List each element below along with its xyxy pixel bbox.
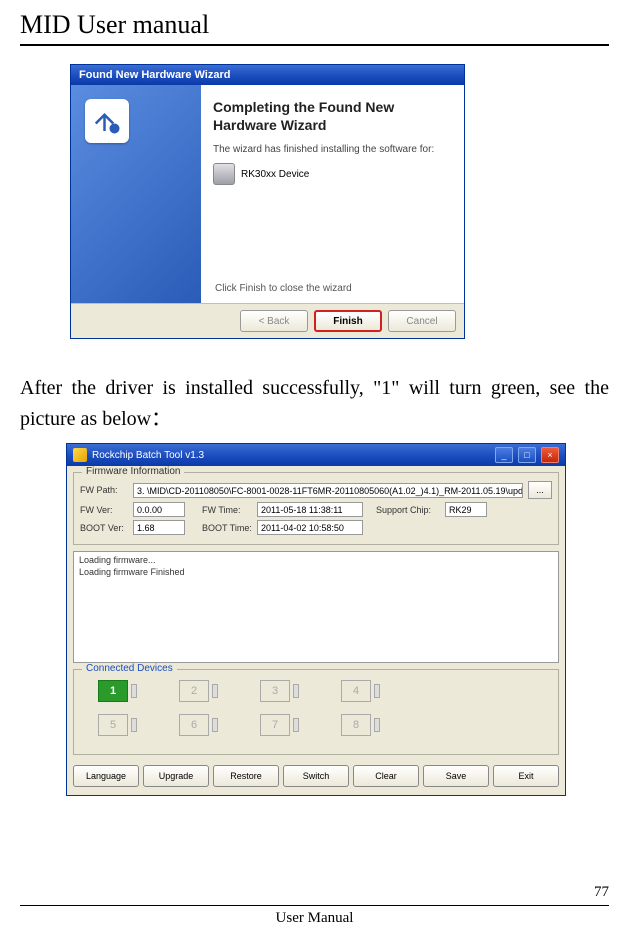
hardware-wizard-window: Found New Hardware Wizard Completing the… [70, 64, 465, 339]
device-box: 6 [179, 714, 209, 736]
boot-time-value: 2011-04-02 10:58:50 [257, 520, 363, 535]
browse-button[interactable]: ... [528, 481, 552, 499]
restore-button[interactable]: Restore [213, 765, 279, 787]
finish-button[interactable]: Finish [314, 310, 382, 332]
wizard-hero-icon [85, 99, 129, 143]
wizard-heading: Completing the Found New Hardware Wizard [213, 99, 452, 134]
device-slot-6[interactable]: 6 [179, 714, 218, 736]
device-slot-8[interactable]: 8 [341, 714, 380, 736]
cancel-button[interactable]: Cancel [388, 310, 456, 332]
batch-tool-window: Rockchip Batch Tool v1.3 _ □ × Firmware … [66, 443, 566, 796]
device-light [131, 684, 137, 698]
boot-ver-value: 1.68 [133, 520, 185, 535]
connected-devices-title: Connected Devices [82, 663, 177, 674]
device-light [374, 684, 380, 698]
boot-ver-label: BOOT Ver: [80, 523, 128, 533]
device-box: 2 [179, 680, 209, 702]
device-slot-5[interactable]: 5 [98, 714, 137, 736]
firmware-group-title: Firmware Information [82, 466, 184, 477]
wizard-sidebar [71, 85, 201, 303]
body-paragraph: After the driver is installed successful… [20, 373, 609, 435]
wizard-body: Completing the Found New Hardware Wizard… [71, 85, 464, 303]
fw-time-value: 2011-05-18 11:38:11 [257, 502, 363, 517]
device-icon [213, 163, 235, 185]
wizard-button-row: < Back Finish Cancel [71, 303, 464, 338]
minimize-button[interactable]: _ [495, 447, 513, 463]
fw-path-label: FW Path: [80, 485, 128, 495]
connected-devices-group: Connected Devices 1 2 3 4 5 [73, 669, 559, 755]
device-slot-2[interactable]: 2 [179, 680, 218, 702]
device-name: RK30xx Device [241, 169, 309, 180]
device-slot-7[interactable]: 7 [260, 714, 299, 736]
device-light [131, 718, 137, 732]
device-box: 1 [98, 680, 128, 702]
upgrade-button[interactable]: Upgrade [143, 765, 209, 787]
clear-button[interactable]: Clear [353, 765, 419, 787]
app-icon [73, 448, 87, 462]
close-button[interactable]: × [541, 447, 559, 463]
wizard-finish-hint: Click Finish to close the wizard [215, 283, 352, 294]
page-number: 77 [594, 884, 609, 901]
support-chip-label: Support Chip: [376, 505, 440, 515]
fw-ver-label: FW Ver: [80, 505, 128, 515]
support-chip-value: RK29 [445, 502, 487, 517]
exit-button[interactable]: Exit [493, 765, 559, 787]
device-light [293, 718, 299, 732]
log-line: Loading firmware... [79, 555, 553, 567]
save-button[interactable]: Save [423, 765, 489, 787]
device-box: 7 [260, 714, 290, 736]
device-box: 5 [98, 714, 128, 736]
device-slot-4[interactable]: 4 [341, 680, 380, 702]
maximize-button[interactable]: □ [518, 447, 536, 463]
page-footer: 77 User Manual [20, 905, 609, 927]
fw-ver-value: 0.0.00 [133, 502, 185, 517]
device-light [293, 684, 299, 698]
back-button[interactable]: < Back [240, 310, 308, 332]
switch-button[interactable]: Switch [283, 765, 349, 787]
fw-time-label: FW Time: [202, 505, 252, 515]
wizard-subtext: The wizard has finished installing the s… [213, 144, 452, 155]
log-line: Loading firmware Finished [79, 567, 553, 579]
firmware-info-group: Firmware Information FW Path: 3. \MID\CD… [73, 472, 559, 545]
batch-titlebar: Rockchip Batch Tool v1.3 _ □ × [67, 444, 565, 466]
batch-title-text: Rockchip Batch Tool v1.3 [92, 450, 204, 461]
batch-button-row: Language Upgrade Restore Switch Clear Sa… [67, 761, 565, 795]
device-slot-1[interactable]: 1 [98, 680, 137, 702]
wizard-device-row: RK30xx Device [213, 163, 452, 185]
language-button[interactable]: Language [73, 765, 139, 787]
device-box: 8 [341, 714, 371, 736]
document-title: MID User manual [20, 10, 609, 46]
wizard-content: Completing the Found New Hardware Wizard… [201, 85, 464, 303]
wizard-titlebar: Found New Hardware Wizard [71, 65, 464, 85]
device-box: 3 [260, 680, 290, 702]
device-light [374, 718, 380, 732]
footer-label: User Manual [20, 910, 609, 927]
device-slot-3[interactable]: 3 [260, 680, 299, 702]
boot-time-label: BOOT Time: [202, 523, 252, 533]
device-light [212, 718, 218, 732]
log-area: Loading firmware... Loading firmware Fin… [73, 551, 559, 663]
device-light [212, 684, 218, 698]
fw-path-value: 3. \MID\CD-201108050\FC-8001-0028-11FT6M… [133, 483, 523, 498]
device-box: 4 [341, 680, 371, 702]
